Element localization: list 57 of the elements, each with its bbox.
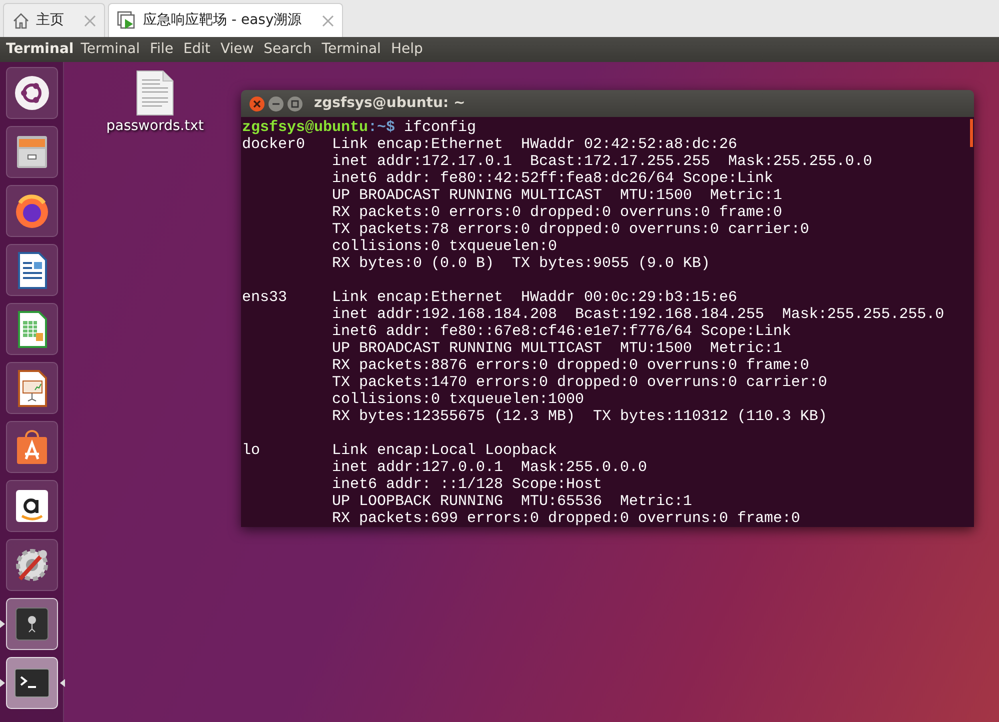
output-line: inet addr:127.0.0.1 Mask:255.0.0.0: [332, 459, 648, 476]
menu-item[interactable]: Search: [258, 39, 317, 60]
running-indicator: [0, 620, 4, 628]
launcher-button[interactable]: [6, 421, 58, 473]
prompt-line: zgsfsys@ubuntu:~$ ifconfig: [242, 119, 478, 136]
launcher-button[interactable]: [6, 539, 58, 591]
file-name: passwords.txt: [106, 117, 204, 136]
running-indicator: [0, 679, 4, 687]
app-name: Terminal: [6, 40, 74, 59]
menu-item[interactable]: Edit: [178, 39, 216, 60]
output-line: inet addr:172.17.0.1 Bcast:172.17.255.255 Mask:255.255.0.0: [332, 153, 872, 170]
maximize-icon[interactable]: [287, 96, 303, 112]
output-line: inet addr:192.168.184.208 Bcast:192.168.184.255 Mask:255.255.255.0: [332, 306, 944, 323]
focus-indicator: [60, 679, 64, 687]
output-line: RX bytes:0 (0.0 B) TX bytes:9055 (9.0 KB): [332, 255, 710, 272]
launcher-button[interactable]: [6, 67, 58, 119]
launcher-button[interactable]: [6, 126, 58, 178]
output-line: inet6 addr: fe80::42:52ff:fea8:dc26/64 Scope:Link: [332, 170, 774, 187]
browser-tab[interactable]: 主页: [3, 3, 105, 37]
scrollbar-thumb: [970, 119, 973, 147]
interface-name: docker0: [242, 136, 306, 153]
output-line: inet6 addr: fe80::67e8:cf46:e1e7:f776/64 Scope:Link: [332, 323, 792, 340]
play-window-icon: [117, 10, 137, 30]
menu-item[interactable]: View: [215, 39, 259, 60]
launcher-button[interactable]: [6, 362, 58, 414]
interface-name: ens33: [242, 289, 288, 306]
output-line: Link encap:Ethernet HWaddr 02:42:52:a8:dc:26: [332, 136, 738, 153]
output-line: TX packets:78 errors:0 dropped:0 overruns:0 carrier:0: [332, 221, 810, 238]
home-icon: [12, 12, 30, 30]
output-line: UP BROADCAST RUNNING MULTICAST MTU:1500 Metric:1: [332, 187, 782, 204]
output-line: RX packets:0 errors:0 dropped:0 overruns:0 frame:0: [332, 204, 782, 221]
output-line: RX packets:699 errors:0 dropped:0 overruns:0 frame:0: [332, 510, 800, 527]
output-line: collisions:0 txqueuelen:0: [332, 238, 558, 255]
window-title: zgsfsys@ubuntu: ~: [314, 94, 466, 113]
output-line: RX bytes:12355675 (12.3 MB) TX bytes:110312 (110.3 KB): [332, 408, 828, 425]
output-line: inet6 addr: ::1/128 Scope:Host: [332, 476, 602, 493]
output-line: UP BROADCAST RUNNING MULTICAST MTU:1500 Metric:1: [332, 340, 782, 357]
output-line: Link encap:Ethernet HWaddr 00:0c:29:b3:15:e6: [332, 289, 738, 306]
output-line: RX packets:8876 errors:0 dropped:0 overruns:0 frame:0: [332, 357, 810, 374]
launcher-button[interactable]: [6, 303, 58, 355]
menu-item[interactable]: File: [144, 39, 178, 60]
output-line: TX packets:1470 errors:0 dropped:0 overruns:0 carrier:0: [332, 374, 828, 391]
interface-name: lo: [242, 442, 262, 459]
menu-item[interactable]: Terminal: [316, 39, 386, 60]
menu-item[interactable]: Help: [386, 39, 428, 60]
text-file-icon: [136, 70, 174, 116]
output-line: UP LOOPBACK RUNNING MTU:65536 Metric:1: [332, 493, 692, 510]
output-line: collisions:0 txqueuelen:1000: [332, 391, 584, 408]
output-line: Link encap:Local Loopback: [332, 442, 558, 459]
minimize-icon[interactable]: [268, 96, 284, 112]
menu-item[interactable]: Terminal: [76, 39, 145, 60]
close-icon[interactable]: [249, 96, 265, 112]
launcher-button[interactable]: [6, 480, 58, 532]
desktop-file[interactable]: passwords.txt: [100, 70, 210, 137]
browser-tab[interactable]: 应急响应靶场 - easy溯源: [108, 3, 343, 37]
launcher-button[interactable]: [6, 244, 58, 296]
launcher-button[interactable]: [6, 185, 58, 237]
